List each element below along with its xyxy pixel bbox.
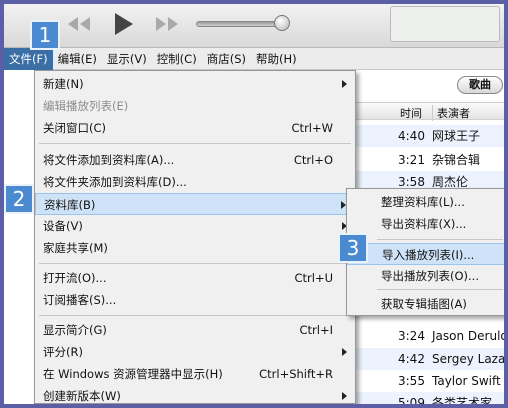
status-display (390, 6, 500, 42)
track-artist: 杂锦合辑 (432, 153, 481, 167)
track-time: 4:42 (398, 352, 425, 366)
menu-separator (377, 289, 503, 290)
menu-help[interactable]: 帮助(H) (251, 48, 302, 70)
menu-item-label: 显示简介(G) (43, 323, 107, 337)
submenu-item-get-album-artwork[interactable]: 获取专辑插图(A) (347, 293, 504, 315)
menu-item-label: 将文件添加到资料库(A)... (43, 153, 175, 167)
track-artist: 各类艺术家 (432, 396, 493, 404)
menu-view[interactable]: 显示(V) (102, 48, 152, 70)
submenu-item-label: 获取专辑插图(A) (381, 297, 467, 311)
menu-item-get-info[interactable]: 显示简介(G) Ctrl+I (35, 319, 355, 341)
table-row[interactable]: 3:24 Jason Derulo (354, 325, 504, 347)
table-row[interactable]: 5:09 各类艺术家 (354, 392, 504, 404)
previous-icon (68, 17, 90, 31)
menu-bar: 文件(F) 编辑(E) 显示(V) 控制(C) 商店(S) 帮助(H) (4, 48, 504, 70)
submenu-item-label: 导出播放列表(O)... (381, 269, 479, 283)
track-artist: 网球王子 (432, 129, 481, 143)
menu-item-add-file[interactable]: 将文件添加到资料库(A)... Ctrl+O (35, 149, 355, 171)
step-badge-2: 2 (4, 184, 34, 214)
menu-item-shortcut: Ctrl+O (293, 153, 333, 167)
next-button[interactable] (152, 10, 182, 38)
menu-item-devices[interactable]: 设备(V) (35, 215, 355, 237)
track-list-header: 时间 表演者 (354, 102, 504, 121)
column-header-time[interactable]: 时间 (400, 105, 422, 121)
menu-item-create-new-version[interactable]: 创建新版本(W) (35, 385, 355, 404)
menu-item-label: 评分(R) (43, 345, 83, 359)
submenu-arrow-icon (342, 392, 347, 400)
menu-separator (39, 263, 351, 264)
track-time: 3:21 (398, 153, 425, 167)
track-time: 4:40 (398, 129, 425, 143)
menu-item-shortcut: Ctrl+I (299, 323, 334, 337)
menu-item-edit-playlist: 编辑播放列表(E) (35, 95, 355, 117)
menu-item-library[interactable]: 资料库(B) (35, 193, 355, 215)
previous-button[interactable] (64, 10, 94, 38)
menu-item-label: 关闭窗口(C) (43, 121, 107, 135)
track-time: 3:55 (398, 374, 425, 388)
play-button[interactable] (108, 10, 138, 38)
menu-store[interactable]: 商店(S) (202, 48, 251, 70)
submenu-item-organize-library[interactable]: 整理资料库(L)... (347, 191, 504, 213)
menu-item-open-stream[interactable]: 打开流(O)... Ctrl+U (35, 267, 355, 289)
track-artist: Jason Derulo (432, 329, 504, 343)
menu-controls[interactable]: 控制(C) (152, 48, 202, 70)
submenu-item-label: 导入播放列表(I)... (382, 248, 475, 262)
table-row[interactable]: 3:55 Taylor Swift (354, 370, 504, 392)
menu-item-label: 设备(V) (43, 219, 83, 233)
menu-item-close-window[interactable]: 关闭窗口(C) Ctrl+W (35, 117, 355, 139)
player-toolbar (4, 4, 504, 48)
menu-item-label: 新建(N) (43, 77, 84, 91)
menu-item-shortcut: Ctrl+U (294, 271, 333, 285)
songs-view-button[interactable]: 歌曲 (457, 76, 503, 94)
itunes-window: 文件(F) 编辑(E) 显示(V) 控制(C) 商店(S) 帮助(H) 歌曲 时… (4, 4, 504, 404)
library-submenu: 整理资料库(L)... 导出资料库(X)... 导入播放列表(I)... 导出播… (346, 188, 504, 316)
menu-item-label: 家庭共享(M) (43, 241, 108, 255)
menu-item-label: 编辑播放列表(E) (43, 99, 129, 113)
play-icon (115, 13, 133, 35)
menu-item-label: 创建新版本(W) (43, 389, 121, 403)
menu-item-label: 资料库(B) (44, 198, 96, 212)
menu-item-rating[interactable]: 评分(R) (35, 341, 355, 363)
track-artist: Sergey Lazarev (432, 352, 504, 366)
menu-separator (39, 143, 351, 144)
submenu-item-label: 导出资料库(X)... (381, 217, 467, 231)
submenu-arrow-icon (342, 80, 347, 88)
volume-slider[interactable] (196, 15, 296, 32)
menu-separator (377, 239, 503, 240)
track-time: 5:09 (398, 396, 425, 404)
submenu-item-label: 整理资料库(L)... (381, 195, 465, 209)
track-time: 3:24 (398, 329, 425, 343)
submenu-item-import-playlist[interactable]: 导入播放列表(I)... (347, 243, 504, 265)
volume-knob[interactable] (274, 15, 290, 31)
menu-item-label: 打开流(O)... (43, 271, 107, 285)
submenu-item-export-library[interactable]: 导出资料库(X)... (347, 213, 504, 235)
table-row[interactable]: 4:42 Sergey Lazarev (354, 348, 504, 370)
submenu-item-export-playlist[interactable]: 导出播放列表(O)... (347, 265, 504, 287)
file-menu-dropdown: 新建(N) 编辑播放列表(E) 关闭窗口(C) Ctrl+W 将文件添加到资料库… (34, 70, 356, 404)
submenu-arrow-icon (342, 348, 347, 356)
menu-item-shortcut: Ctrl+Shift+R (259, 367, 333, 381)
menu-item-add-folder[interactable]: 将文件夹添加到资料库(D)... (35, 171, 355, 193)
menu-item-new[interactable]: 新建(N) (35, 73, 355, 95)
menu-edit[interactable]: 编辑(E) (53, 48, 102, 70)
next-icon (156, 17, 178, 31)
menu-item-show-in-explorer[interactable]: 在 Windows 资源管理器中显示(H) Ctrl+Shift+R (35, 363, 355, 385)
step-badge-1: 1 (30, 20, 60, 50)
menu-item-label: 在 Windows 资源管理器中显示(H) (43, 367, 223, 381)
column-header-artist[interactable]: 表演者 (432, 105, 470, 121)
table-row[interactable]: 3:21 杂锦合辑 (354, 149, 504, 171)
menu-item-shortcut: Ctrl+W (291, 121, 333, 135)
track-artist: Taylor Swift (432, 374, 501, 388)
menu-item-home-sharing[interactable]: 家庭共享(M) (35, 237, 355, 259)
menu-item-label: 订阅播客(S)... (43, 293, 117, 307)
step-badge-3: 3 (338, 233, 368, 263)
menu-separator (39, 315, 351, 316)
menu-item-label: 将文件夹添加到资料库(D)... (43, 175, 187, 189)
screenshot-frame: 文件(F) 编辑(E) 显示(V) 控制(C) 商店(S) 帮助(H) 歌曲 时… (0, 0, 508, 408)
menu-item-subscribe-podcast[interactable]: 订阅播客(S)... (35, 289, 355, 311)
menu-file[interactable]: 文件(F) (4, 48, 53, 70)
table-row[interactable]: 4:40 网球王子 (354, 125, 504, 147)
